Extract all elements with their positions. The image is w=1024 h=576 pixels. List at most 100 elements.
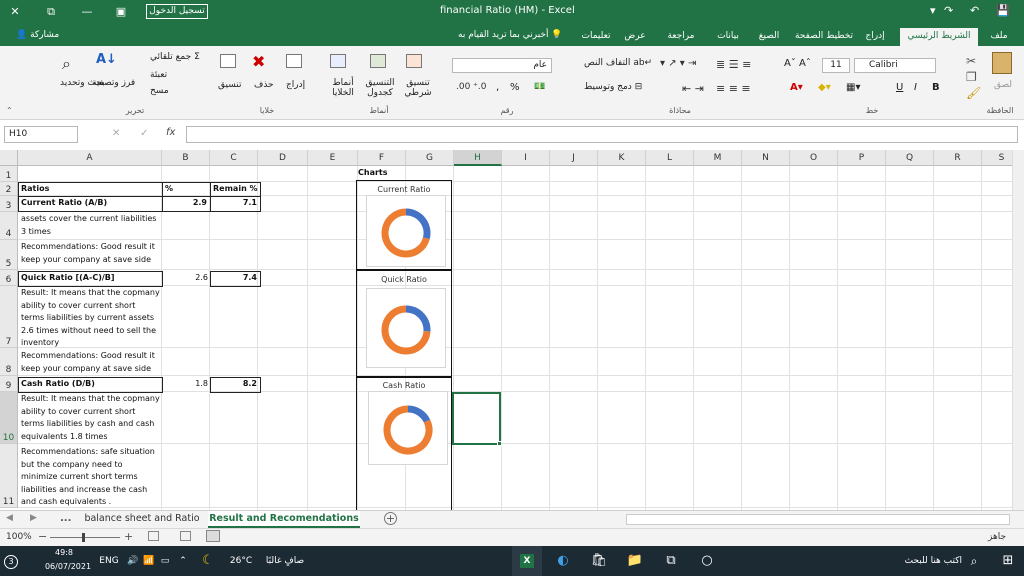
language-indicator[interactable]: ENG [96,546,122,576]
donut-slice-ratio[interactable] [407,405,431,423]
font-name-select[interactable]: Calibri [854,58,936,73]
maximize-window-button[interactable]: ⧉ [36,0,66,24]
tab-view[interactable]: عرض [620,28,650,46]
battery-icon[interactable]: ▭ [158,546,172,576]
page-layout-view-icon[interactable] [180,531,191,541]
formula-input[interactable] [186,126,1018,143]
cell-A4[interactable]: assets cover the current liabilities 3 t… [19,213,161,239]
volume-icon[interactable]: 🔊 [126,546,140,576]
add-sheet-button[interactable]: + [384,512,397,525]
merge-center-button[interactable]: دمج وتوسيط ⊟ [584,82,642,92]
cell-C9[interactable]: 8.2 [210,377,261,393]
conditional-format-button[interactable]: تنسيق شرطي [402,78,434,98]
copy-icon[interactable]: ❐ [966,70,977,84]
column-header-G[interactable]: G [406,150,454,166]
sort-filter-button[interactable]: فرز وتصفية [92,78,135,88]
format-cells-icon[interactable] [220,54,236,68]
store-icon[interactable]: 🛍 [584,546,614,576]
cell-styles-icon[interactable] [330,54,346,68]
tab-insert[interactable]: إدراج [860,28,890,46]
save-icon[interactable]: 💾 [996,4,1010,17]
customize-qat-icon[interactable]: ▾ [930,4,936,17]
font-size-select[interactable]: 11 [822,58,850,73]
cell-A10[interactable]: Result: It means that the copmany abilit… [19,393,161,445]
fill-handle[interactable] [497,441,502,446]
accounting-icon[interactable]: 💵 [534,82,545,92]
redo-icon[interactable]: ↷ [944,4,953,17]
name-box[interactable]: H10 [4,126,78,143]
chart-quick-ratio[interactable] [366,288,446,368]
tab-formulas[interactable]: الصيغ [752,28,786,46]
notification-badge[interactable]: 3 [4,555,18,569]
cell-A5[interactable]: Recommendations: Good result it keep you… [19,241,161,269]
paste-icon[interactable] [992,52,1012,74]
insert-function-button[interactable]: fx [166,127,175,138]
sheet-tab-balance[interactable]: balance sheet and Ratio [80,511,204,528]
close-window-button[interactable]: ✕ [0,0,30,24]
highlight-button[interactable]: ◆▾ [818,82,831,93]
row-header-8[interactable]: 8 [0,348,18,376]
find-icon[interactable]: ⌕ [62,54,71,74]
vertical-scrollbar[interactable] [1012,150,1024,510]
share-button[interactable]: 👤 مشاركة [16,30,59,40]
cell-A11[interactable]: Recommendations: safe situation but the … [19,446,161,510]
cell-B6[interactable]: 2.6 [162,272,211,286]
cell-A7[interactable]: Result: It means that the copmany abilit… [19,287,161,349]
donut-slice-ratio[interactable] [405,208,431,240]
format-as-table-icon[interactable] [370,54,386,68]
column-header-P[interactable]: P [838,150,886,166]
tab-data[interactable]: بيانات [710,28,746,46]
tell-me-box[interactable]: أخبرني بما تريد القيام به 💡 [458,30,563,40]
column-header-R[interactable]: R [934,150,982,166]
undo-icon[interactable]: ↶ [970,4,979,17]
sort-filter-icon[interactable]: A↓ [96,52,117,67]
selected-cell-H10[interactable] [452,392,501,445]
cell-F1[interactable]: Charts [358,167,406,180]
insert-button[interactable]: إدراج [286,80,305,90]
clear-button[interactable]: مسح [150,86,169,96]
italic-button[interactable]: I [914,82,917,93]
delete-cells-icon[interactable]: ✖ [252,52,265,71]
cell-A3[interactable]: Current Ratio (A/B) [18,196,163,212]
cell-A9[interactable]: Cash Ratio (D/B) [18,377,163,393]
cell-A6[interactable]: Quick Ratio [(A-C)/B] [18,271,163,287]
row-header-2[interactable]: 2 [0,182,18,196]
minimize-window-button[interactable]: — [72,0,102,24]
wrap-text-button[interactable]: التفاف النص ab↵ [584,58,652,68]
column-header-I[interactable]: I [502,150,550,166]
comma-style-button[interactable]: , [496,82,499,93]
column-header-F[interactable]: F [358,150,406,166]
column-header-M[interactable]: M [694,150,742,166]
weather-temp[interactable]: 26°C [222,546,260,576]
scroll-tabs-right-icon[interactable]: ▶ [30,513,37,523]
cell-C3[interactable]: 7.1 [210,196,261,212]
column-header-K[interactable]: K [598,150,646,166]
column-header-Q[interactable]: Q [886,150,934,166]
format-as-table-button[interactable]: التنسيق كجدول [362,78,398,98]
donut-slice-ratio[interactable] [405,305,431,332]
indent-icons[interactable]: ⇤ ⇥ [682,82,704,95]
cell-A2[interactable]: Ratios [18,182,163,197]
orientation-icons[interactable]: ▾ ↗ ▾ ⇥ [660,58,696,69]
insert-cells-icon[interactable] [286,54,302,68]
normal-view-icon[interactable] [206,530,220,542]
column-header-C[interactable]: C [210,150,258,166]
zoom-slider[interactable] [50,537,120,538]
zoom-out-button[interactable]: − [38,530,47,543]
borders-button[interactable]: ▦▾ [846,82,860,93]
clock-date[interactable]: 06/07/2021 [44,562,92,571]
horizontal-scrollbar[interactable] [626,514,1010,525]
column-header-A[interactable]: A [18,150,162,166]
row-header-5[interactable]: 5 [0,240,18,270]
column-header-J[interactable]: J [550,150,598,166]
cell-B3[interactable]: 2.9 [162,196,211,212]
excel-taskbar-icon[interactable]: X [512,546,542,576]
conditional-format-icon[interactable] [406,54,422,68]
row-header-6[interactable]: 6 [0,270,18,286]
cancel-formula-button[interactable]: ✕ [112,128,120,139]
edge-icon[interactable]: ◐ [548,546,578,576]
column-header-H[interactable]: H [454,150,502,166]
more-sheets-button[interactable]: ... [60,513,71,524]
tray-chevron-icon[interactable]: ⌃ [176,546,190,576]
sign-in-button[interactable]: تسجيل الدخول [146,4,208,19]
